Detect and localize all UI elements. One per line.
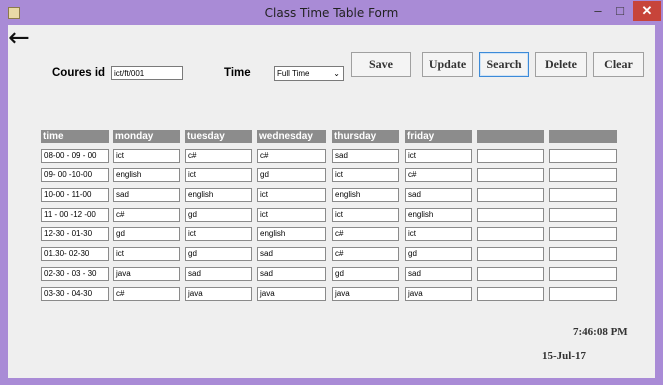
wednesday-cell[interactable]: sad (257, 267, 326, 281)
time-cell[interactable]: 10-00 - 11-00 (41, 188, 109, 202)
time-cell[interactable]: 12-30 - 01-30 (41, 227, 109, 241)
extra-cell-2[interactable] (549, 227, 617, 241)
extra-cell-1[interactable] (477, 267, 544, 281)
search-button[interactable]: Search (479, 52, 529, 77)
monday-cell[interactable]: sad (113, 188, 180, 202)
extra-cell-1[interactable] (477, 188, 544, 202)
course-id-label: Coures id (52, 67, 106, 79)
friday-cell[interactable]: sad (405, 188, 472, 202)
form-client-area: ← Coures id ict/ft/001 Time Full Time ⌄ … (8, 23, 655, 378)
extra-cell-1[interactable] (477, 287, 544, 301)
extra-cell-2[interactable] (549, 188, 617, 202)
thursday-cell[interactable]: ict (332, 168, 399, 182)
tuesday-cell[interactable]: ict (185, 227, 252, 241)
header-tuesday: tuesday (185, 130, 252, 143)
chevron-down-icon[interactable]: ⌄ (333, 67, 340, 80)
app-window: Class Time Table Form – □ ✕ ← Coures id … (0, 0, 663, 385)
friday-cell[interactable]: gd (405, 247, 472, 261)
extra-cell-2[interactable] (549, 168, 617, 182)
monday-cell[interactable]: c# (113, 208, 180, 222)
tuesday-cell[interactable]: sad (185, 267, 252, 281)
monday-cell[interactable]: java (113, 267, 180, 281)
monday-cell[interactable]: ict (113, 149, 180, 163)
monday-cell[interactable]: ict (113, 247, 180, 261)
update-button[interactable]: Update (422, 52, 473, 77)
time-cell[interactable]: 02-30 - 03 - 30 (41, 267, 109, 281)
thursday-cell[interactable]: ict (332, 208, 399, 222)
monday-cell[interactable]: c# (113, 287, 180, 301)
thursday-cell[interactable]: c# (332, 247, 399, 261)
maximize-button[interactable]: □ (609, 1, 631, 21)
thursday-cell[interactable]: c# (332, 227, 399, 241)
time-label: Time (224, 67, 251, 79)
time-cell[interactable]: 01.30- 02-30 (41, 247, 109, 261)
wednesday-cell[interactable]: gd (257, 168, 326, 182)
friday-cell[interactable]: sad (405, 267, 472, 281)
friday-cell[interactable]: ict (405, 227, 472, 241)
extra-cell-1[interactable] (477, 227, 544, 241)
time-select[interactable]: Full Time ⌄ (274, 66, 344, 81)
time-cell[interactable]: 08-00 - 09 - 00 (41, 149, 109, 163)
time-cell[interactable]: 03-30 - 04-30 (41, 287, 109, 301)
header-thursday: thursday (332, 130, 399, 143)
thursday-cell[interactable]: english (332, 188, 399, 202)
extra-cell-1[interactable] (477, 208, 544, 222)
wednesday-cell[interactable]: sad (257, 247, 326, 261)
friday-cell[interactable]: ict (405, 149, 472, 163)
time-cell[interactable]: 09- 00 -10-00 (41, 168, 109, 182)
monday-cell[interactable]: gd (113, 227, 180, 241)
header-wednesday: wednesday (257, 130, 326, 143)
thursday-cell[interactable]: gd (332, 267, 399, 281)
tuesday-cell[interactable]: gd (185, 208, 252, 222)
window-title: Class Time Table Form (264, 6, 399, 20)
tuesday-cell[interactable]: english (185, 188, 252, 202)
extra-cell-2[interactable] (549, 267, 617, 281)
close-button[interactable]: ✕ (633, 1, 661, 21)
extra-cell-2[interactable] (549, 287, 617, 301)
tuesday-cell[interactable]: ict (185, 168, 252, 182)
tuesday-cell[interactable]: c# (185, 149, 252, 163)
extra-cell-2[interactable] (549, 149, 617, 163)
extra-cell-1[interactable] (477, 149, 544, 163)
wednesday-cell[interactable]: c# (257, 149, 326, 163)
save-button[interactable]: Save (351, 52, 411, 77)
wednesday-cell[interactable]: ict (257, 188, 326, 202)
thursday-cell[interactable]: java (332, 287, 399, 301)
course-id-input[interactable]: ict/ft/001 (111, 66, 183, 80)
extra-cell-2[interactable] (549, 247, 617, 261)
time-select-value: Full Time (277, 69, 310, 78)
friday-cell[interactable]: english (405, 208, 472, 222)
tuesday-cell[interactable]: java (185, 287, 252, 301)
extra-cell-2[interactable] (549, 208, 617, 222)
wednesday-cell[interactable]: java (257, 287, 326, 301)
header-monday: monday (113, 130, 180, 143)
delete-button[interactable]: Delete (535, 52, 587, 77)
extra-cell-1[interactable] (477, 247, 544, 261)
header-extra-1 (477, 130, 544, 143)
title-bar[interactable]: Class Time Table Form – □ ✕ (1, 1, 662, 25)
minimize-button[interactable]: – (587, 1, 609, 21)
thursday-cell[interactable]: sad (332, 149, 399, 163)
header-time: time (41, 130, 109, 143)
time-cell[interactable]: 11 - 00 -12 -00 (41, 208, 109, 222)
clock-date: 15-Jul-17 (542, 350, 586, 362)
tuesday-cell[interactable]: gd (185, 247, 252, 261)
friday-cell[interactable]: c# (405, 168, 472, 182)
wednesday-cell[interactable]: english (257, 227, 326, 241)
back-arrow-icon[interactable]: ← (8, 23, 30, 53)
extra-cell-1[interactable] (477, 168, 544, 182)
clock-time: 7:46:08 PM (573, 326, 628, 338)
wednesday-cell[interactable]: ict (257, 208, 326, 222)
header-friday: friday (405, 130, 472, 143)
clear-button[interactable]: Clear (593, 52, 644, 77)
friday-cell[interactable]: java (405, 287, 472, 301)
monday-cell[interactable]: english (113, 168, 180, 182)
header-extra-2 (549, 130, 617, 143)
